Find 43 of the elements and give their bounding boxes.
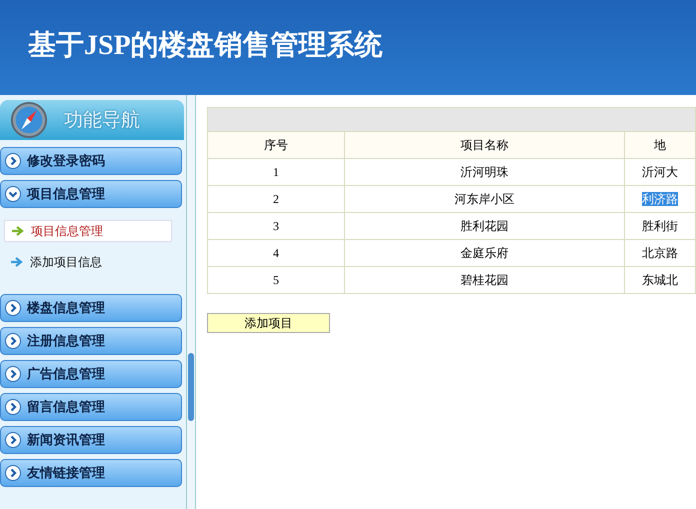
column-header: 项目名称 [344,132,624,158]
table-cell: 沂河明珠 [344,158,624,186]
chevron-right-icon [5,399,21,415]
cell-text: 胜利街 [642,218,678,232]
table-cell: 碧桂花园 [344,266,624,294]
chevron-right-icon [5,333,21,349]
cell-text: 东城北 [642,272,678,286]
menu-item[interactable]: 楼盘信息管理 [0,294,182,322]
table-cell: 2 [208,186,344,212]
column-header: 地 [624,132,696,158]
submenu-item[interactable]: 添加项目信息 [4,252,170,272]
chevron-right-icon [5,366,21,382]
submenu-item[interactable]: 项目信息管理 [4,220,172,242]
cell-text: 沂河大 [642,164,678,178]
chevron-down-icon [5,186,21,202]
add-project-button[interactable]: 添加项目 [207,313,330,333]
table-cell: 4 [208,240,344,266]
chevron-right-icon [5,300,21,316]
chevron-right-icon [5,153,21,169]
nav-title: 功能导航 [64,108,140,133]
app-title: 基于JSP的楼盘销售管理系统 [28,28,383,62]
menu-item[interactable]: 友情链接管理 [0,459,182,487]
collapse-handle[interactable] [188,353,194,421]
menu-item[interactable]: 注册信息管理 [0,327,182,355]
column-header: 序号 [208,132,344,158]
table-cell: 胜利花园 [344,212,624,240]
table-cell: 1 [208,158,344,186]
table-cell: 金庭乐府 [344,240,624,266]
table-cell: 5 [208,266,344,294]
compass-icon [10,101,48,139]
menu-item[interactable]: 修改登录密码 [0,147,182,175]
menu-item[interactable]: 广告信息管理 [0,360,182,388]
table-cell: 3 [208,212,344,240]
menu-item[interactable]: 新闻资讯管理 [0,426,182,454]
menu-item[interactable]: 项目信息管理 [0,180,182,208]
chevron-right-icon [5,465,21,481]
arrow-right-icon [11,225,25,237]
menu-item[interactable]: 留言信息管理 [0,393,182,421]
cell-text: 利济路 [642,192,678,206]
chevron-right-icon [5,432,21,448]
table-cell: 河东岸小区 [344,186,624,212]
cell-text: 北京路 [642,246,678,260]
arrow-right-icon [10,256,24,268]
